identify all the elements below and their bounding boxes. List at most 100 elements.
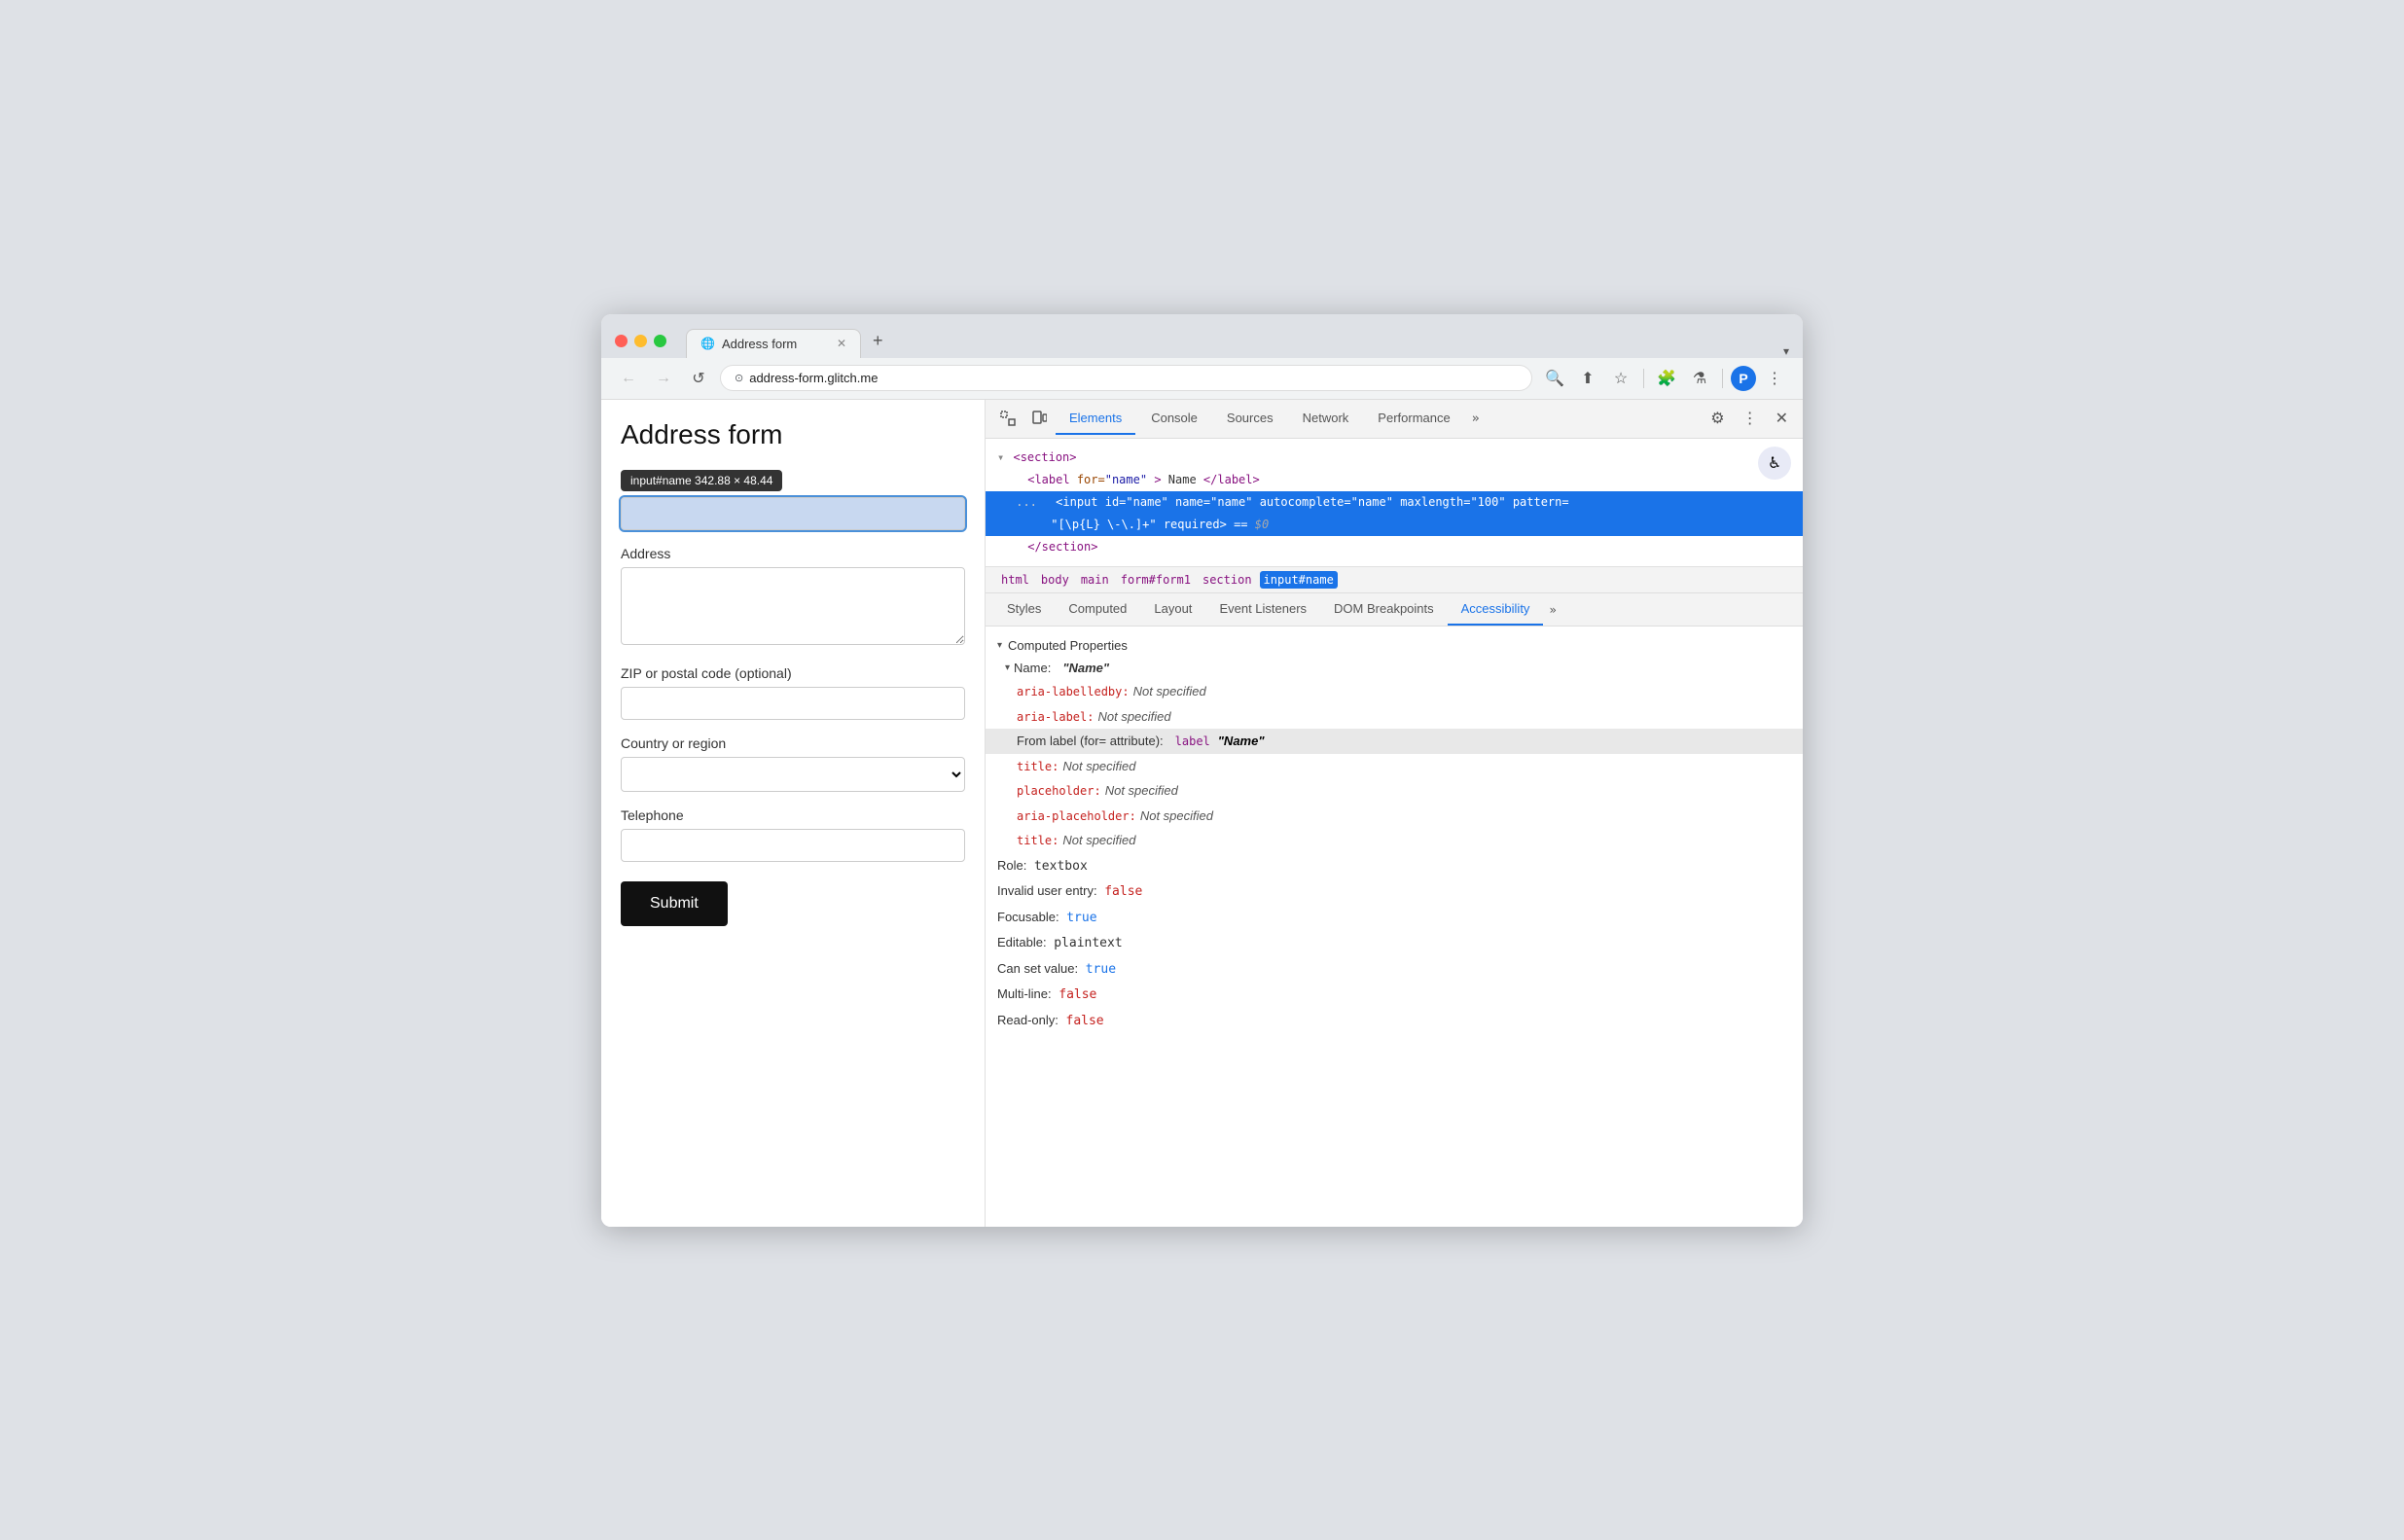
props-tabs: Styles Computed Layout Event Listeners D… [986,593,1803,627]
aria-labelledby-val: Not specified [1133,682,1206,701]
tab-elements[interactable]: Elements [1056,403,1135,435]
prop-tab-computed[interactable]: Computed [1055,593,1140,626]
submit-button[interactable]: Submit [621,881,728,926]
name-section-header[interactable]: ▾ Name: "Name" [986,657,1803,679]
breadcrumb-section[interactable]: section [1199,571,1256,589]
dom-line-input[interactable]: ... <input id="name" name="name" autocom… [986,491,1803,514]
devtools-more-icon[interactable]: ⋮ [1736,403,1765,434]
tab-sources[interactable]: Sources [1213,403,1287,435]
devtools-icon[interactable]: ⚗ [1685,364,1714,393]
breadcrumb-form[interactable]: form#form1 [1117,571,1195,589]
computed-props-header[interactable]: ▾ Computed Properties [986,634,1803,657]
props-content: ▾ Computed Properties ▾ Name: "Name" ari… [986,627,1803,1226]
role-row: Role: textbox [986,853,1803,879]
readonly-val: false [1066,1014,1104,1028]
telephone-label: Telephone [621,807,965,823]
back-button[interactable]: ← [615,365,642,392]
lock-icon: ⊙ [735,372,743,384]
name-section-value: "Name" [1062,661,1109,675]
devtools-header: Elements Console Sources Network Perform… [986,400,1803,439]
can-set-label: Can set value: [997,961,1078,976]
profile-avatar[interactable]: P [1731,366,1756,391]
multiline-label: Multi-line: [997,986,1052,1001]
dom-viewer: ♿ ▾ <section> <label for="name" > Name <… [986,439,1803,568]
prop-tab-dom-breakpoints[interactable]: DOM Breakpoints [1320,593,1448,626]
focusable-label: Focusable: [997,910,1059,924]
editable-label: Editable: [997,935,1047,949]
editable-row: Editable: plaintext [986,930,1803,956]
collapse-toggle[interactable]: ▾ [997,450,1004,464]
country-select[interactable]: United States United Kingdom Canada [621,757,965,792]
reload-button[interactable]: ↺ [685,365,712,392]
aria-placeholder-row: aria-placeholder: Not specified [986,804,1803,829]
device-toolbar-icon[interactable] [1024,405,1054,432]
dom-line-label[interactable]: <label for="name" > Name </label> [986,469,1803,491]
focusable-row: Focusable: true [986,905,1803,931]
tab-icon: 🌐 [700,337,715,350]
devtools-settings-icon[interactable]: ⚙ [1704,403,1731,434]
forward-button[interactable]: → [650,365,677,392]
address-label: Address [621,546,965,561]
devtools-close-icon[interactable]: ✕ [1769,403,1795,434]
country-label: Country or region [621,735,965,751]
editable-val: plaintext [1054,936,1122,950]
aria-placeholder-val: Not specified [1140,806,1213,826]
accessibility-icon[interactable]: ♿ [1758,447,1791,480]
tab-dropdown-icon[interactable]: ▾ [1783,344,1789,358]
multiline-row: Multi-line: false [986,982,1803,1008]
tab-network[interactable]: Network [1289,403,1363,435]
close-button[interactable] [615,335,628,347]
share-icon[interactable]: ⬆ [1573,364,1602,393]
title-key-1: title: [1017,758,1058,775]
zip-label: ZIP or postal code (optional) [621,665,965,681]
prop-tab-layout[interactable]: Layout [1140,593,1205,626]
address-input[interactable] [621,567,965,645]
breadcrumb-main[interactable]: main [1077,571,1113,589]
aria-labelledby-key: aria-labelledby: [1017,683,1130,700]
title-val-1: Not specified [1062,757,1135,776]
placeholder-val: Not specified [1105,781,1178,801]
readonly-row: Read-only: false [986,1008,1803,1034]
breadcrumb-html[interactable]: html [997,571,1033,589]
tab-close-icon[interactable]: ✕ [837,337,846,350]
dom-line-section[interactable]: ▾ <section> [986,447,1803,469]
title-bar: 🌐 Address form ✕ + ▾ [601,314,1803,358]
address-input[interactable]: ⊙ address-form.glitch.me [720,365,1532,391]
more-options-icon[interactable]: ⋮ [1760,364,1789,393]
breadcrumb-input[interactable]: input#name [1260,571,1338,589]
multiline-val: false [1058,987,1096,1002]
new-tab-button[interactable]: + [861,324,895,358]
from-label-row: From label (for= attribute): label "Name… [986,729,1803,754]
dom-line-section-close[interactable]: </section> [986,536,1803,558]
tab-performance[interactable]: Performance [1364,403,1463,435]
zip-input[interactable] [621,687,965,720]
can-set-val: true [1086,962,1116,977]
element-selector-icon[interactable] [993,405,1023,432]
prop-tab-styles[interactable]: Styles [993,593,1055,626]
tab-console[interactable]: Console [1137,403,1211,435]
tabs-bar: 🌐 Address form ✕ + ▾ [686,324,1789,358]
name-input[interactable] [621,497,965,530]
more-tabs-icon[interactable]: » [1466,404,1486,434]
prop-tab-accessibility[interactable]: Accessibility [1448,593,1544,626]
dom-line-input-cont[interactable]: "[\p{L} \-\.]+" required> == $0 [986,514,1803,536]
focusable-val: true [1066,911,1096,925]
browser-tab[interactable]: 🌐 Address form ✕ [686,329,861,358]
search-icon[interactable]: 🔍 [1540,364,1569,393]
telephone-input[interactable] [621,829,965,862]
prop-tab-event-listeners[interactable]: Event Listeners [1205,593,1320,626]
invalid-val: false [1104,884,1142,899]
can-set-row: Can set value: true [986,956,1803,983]
title-row-2: title: Not specified [986,828,1803,853]
bookmark-icon[interactable]: ☆ [1606,364,1635,393]
devtools-panel: Elements Console Sources Network Perform… [986,400,1803,1227]
minimize-button[interactable] [634,335,647,347]
title-val-2: Not specified [1062,831,1135,850]
breadcrumb-body[interactable]: body [1037,571,1073,589]
extension-icon[interactable]: 🧩 [1652,364,1681,393]
input-tooltip: input#name 342.88 × 48.44 [621,470,782,491]
maximize-button[interactable] [654,335,666,347]
prop-more-tabs-icon[interactable]: » [1543,595,1561,625]
computed-props-toggle[interactable]: ▾ [997,640,1002,651]
invalid-label: Invalid user entry: [997,883,1097,898]
